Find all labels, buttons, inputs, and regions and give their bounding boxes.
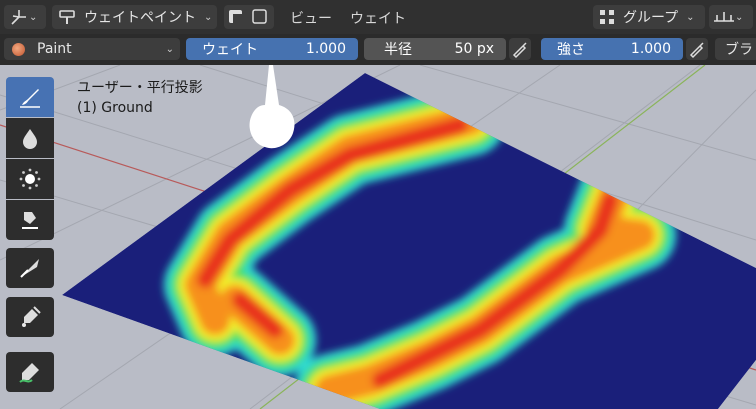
pen-pressure-icon: [512, 42, 527, 59]
options-dropdown[interactable]: ⌄: [709, 5, 753, 29]
draw-tool[interactable]: [6, 77, 54, 117]
smear-tool[interactable]: [6, 200, 54, 240]
droplet-icon: [23, 129, 37, 149]
weight-value: 1.000: [305, 41, 346, 57]
menu-view[interactable]: ビュー: [290, 8, 332, 28]
chevron-down-icon: ⌄: [29, 11, 38, 23]
strength-field[interactable]: 強さ 1.000: [541, 38, 683, 60]
3d-viewport[interactable]: ユーザー・平行投影 (1) Ground: [0, 65, 756, 409]
chevron-down-icon: ⌄: [165, 43, 174, 55]
radius-value: 50 px: [454, 41, 494, 57]
weight-label: ウェイト: [202, 42, 258, 58]
eyedropper-icon: [22, 306, 41, 327]
chevron-down-icon: ⌄: [735, 11, 744, 23]
chevron-down-icon: ⌄: [204, 11, 213, 23]
brush-name: Paint: [37, 41, 72, 57]
gradient-icon: [20, 259, 39, 278]
chevron-down-icon: ⌄: [686, 11, 695, 23]
viewport-canvas: [0, 65, 756, 409]
menu-weights[interactable]: ウェイト: [350, 8, 406, 28]
radius-pressure-button[interactable]: [509, 38, 531, 60]
blur-dropdown[interactable]: ブラ: [715, 38, 756, 60]
blur-tool[interactable]: [6, 118, 54, 158]
vertex-group-dropdown[interactable]: グループ ⌄: [593, 5, 705, 29]
brush-selector[interactable]: Paint ⌄: [4, 38, 180, 60]
average-icon: [19, 168, 41, 190]
projection-label: ユーザー・平行投影: [77, 80, 203, 96]
editor-type-button[interactable]: ⌄: [4, 5, 46, 29]
gradient-tool[interactable]: [6, 248, 54, 288]
sample-weight-tool[interactable]: [6, 297, 54, 337]
blur-label: ブラ: [725, 42, 753, 58]
mode-dropdown[interactable]: ウェイトペイント ⌄: [52, 5, 217, 29]
radius-label: 半径: [384, 42, 412, 58]
radius-field[interactable]: 半径 50 px: [364, 38, 506, 60]
weight-field[interactable]: ウェイト 1.000: [186, 38, 358, 60]
header-bar: ⌄ ウェイトペイント ⌄ ビュー ウェイト グループ ⌄ ⌄: [0, 0, 756, 34]
mask-toggle[interactable]: [224, 5, 274, 29]
smear-icon: [22, 212, 38, 229]
symmetry-icon: [714, 12, 734, 22]
brush-cursor-indicator: [249, 65, 295, 149]
brush-icon: [12, 42, 25, 56]
ground-plane: [62, 73, 756, 409]
strength-value: 1.000: [630, 41, 671, 57]
brush-icon: [20, 89, 40, 108]
face-mask-icon: [229, 9, 267, 24]
weight-paint-mode-icon: [59, 10, 75, 24]
object-label: (1) Ground: [77, 100, 153, 116]
vertex-group-icon: [600, 10, 614, 24]
mode-label: ウェイトペイント: [84, 10, 196, 26]
strength-pressure-button[interactable]: [686, 38, 708, 60]
group-label: グループ: [623, 10, 679, 26]
annotate-tool[interactable]: [6, 352, 54, 392]
pen-pressure-icon: [689, 42, 704, 59]
strength-label: 強さ: [557, 42, 585, 58]
axes-icon: [11, 10, 26, 25]
average-tool[interactable]: [6, 159, 54, 199]
annotate-pencil-icon: [19, 363, 39, 383]
